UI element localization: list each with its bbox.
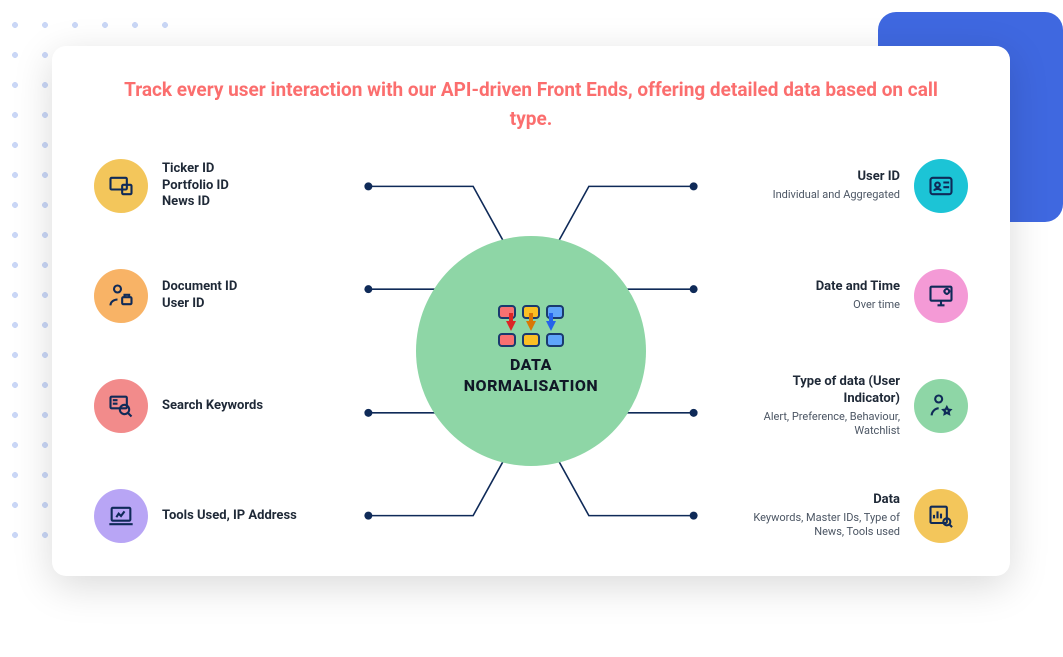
right-item-2: Type of data (User Indicator)Alert, Pref… (738, 371, 968, 441)
right-item-0: User ID Individual and Aggregated (738, 151, 968, 221)
item-title: Search Keywords (162, 398, 263, 415)
item-subtitle: Individual and Aggregated (773, 188, 900, 202)
search-doc-icon (94, 379, 148, 433)
item-title: Ticker ID Portfolio ID News ID (162, 161, 229, 212)
id-card-icon (914, 159, 968, 213)
item-title: User ID (773, 169, 900, 186)
item-title: Data (738, 492, 900, 509)
analytics-icon (914, 489, 968, 543)
diagram-card: Track every user interaction with our AP… (52, 46, 1010, 576)
item-subtitle: Keywords, Master IDs, Type of News, Tool… (738, 511, 900, 540)
diagram-area: DATA NORMALISATION Ticker ID Portfolio I… (94, 151, 968, 551)
center-label-line2: NORMALISATION (464, 376, 598, 397)
monitor-gear-icon (914, 269, 968, 323)
right-column: User ID Individual and Aggregated Date and… (738, 151, 968, 551)
left-item-1: Document ID User ID (94, 261, 324, 331)
item-title: Document ID User ID (162, 279, 237, 313)
devices-icon (94, 159, 148, 213)
center-label-line1: DATA (464, 355, 598, 376)
person-star-icon (914, 379, 968, 433)
left-item-0: Ticker ID Portfolio ID News ID (94, 151, 324, 221)
card-title: Track every user interaction with our AP… (121, 76, 941, 133)
center-label: DATA NORMALISATION (464, 355, 598, 397)
person-briefcase-icon (94, 269, 148, 323)
item-subtitle: Alert, Preference, Behaviour, Watchlist (738, 410, 900, 439)
left-column: Ticker ID Portfolio ID News ID Document I… (94, 151, 324, 551)
database-flow-icon (498, 305, 564, 347)
right-item-1: Date and Time Over time (738, 261, 968, 331)
left-item-2: Search Keywords (94, 371, 324, 441)
left-item-3: Tools Used, IP Address (94, 481, 324, 551)
item-subtitle: Over time (816, 298, 900, 312)
center-node: DATA NORMALISATION (416, 236, 646, 466)
laptop-chart-icon (94, 489, 148, 543)
item-title: Tools Used, IP Address (162, 508, 297, 525)
item-title: Type of data (User Indicator) (738, 374, 900, 408)
item-title: Date and Time (816, 279, 900, 296)
right-item-3: Data Keywords, Master IDs, Type of News, … (738, 481, 968, 551)
